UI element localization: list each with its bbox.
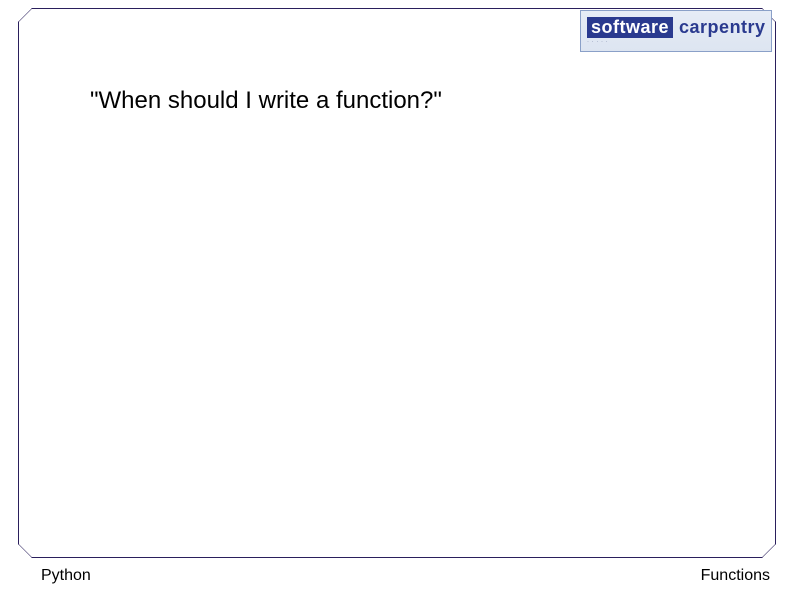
corner-bl	[18, 538, 38, 558]
logo-word-carpentry: carpentry	[679, 18, 766, 36]
corner-br	[756, 538, 776, 558]
footer-right: Functions	[701, 567, 770, 585]
logo-word-software: software	[587, 17, 673, 38]
corner-tl	[18, 8, 38, 28]
slide-headline: "When should I write a function?"	[90, 87, 442, 115]
footer-left: Python	[41, 567, 91, 585]
logo-tagline: · · · · ·	[587, 39, 765, 45]
logo-title-row: software carpentry	[587, 17, 765, 38]
logo-badge: software carpentry · · · · ·	[580, 10, 772, 52]
